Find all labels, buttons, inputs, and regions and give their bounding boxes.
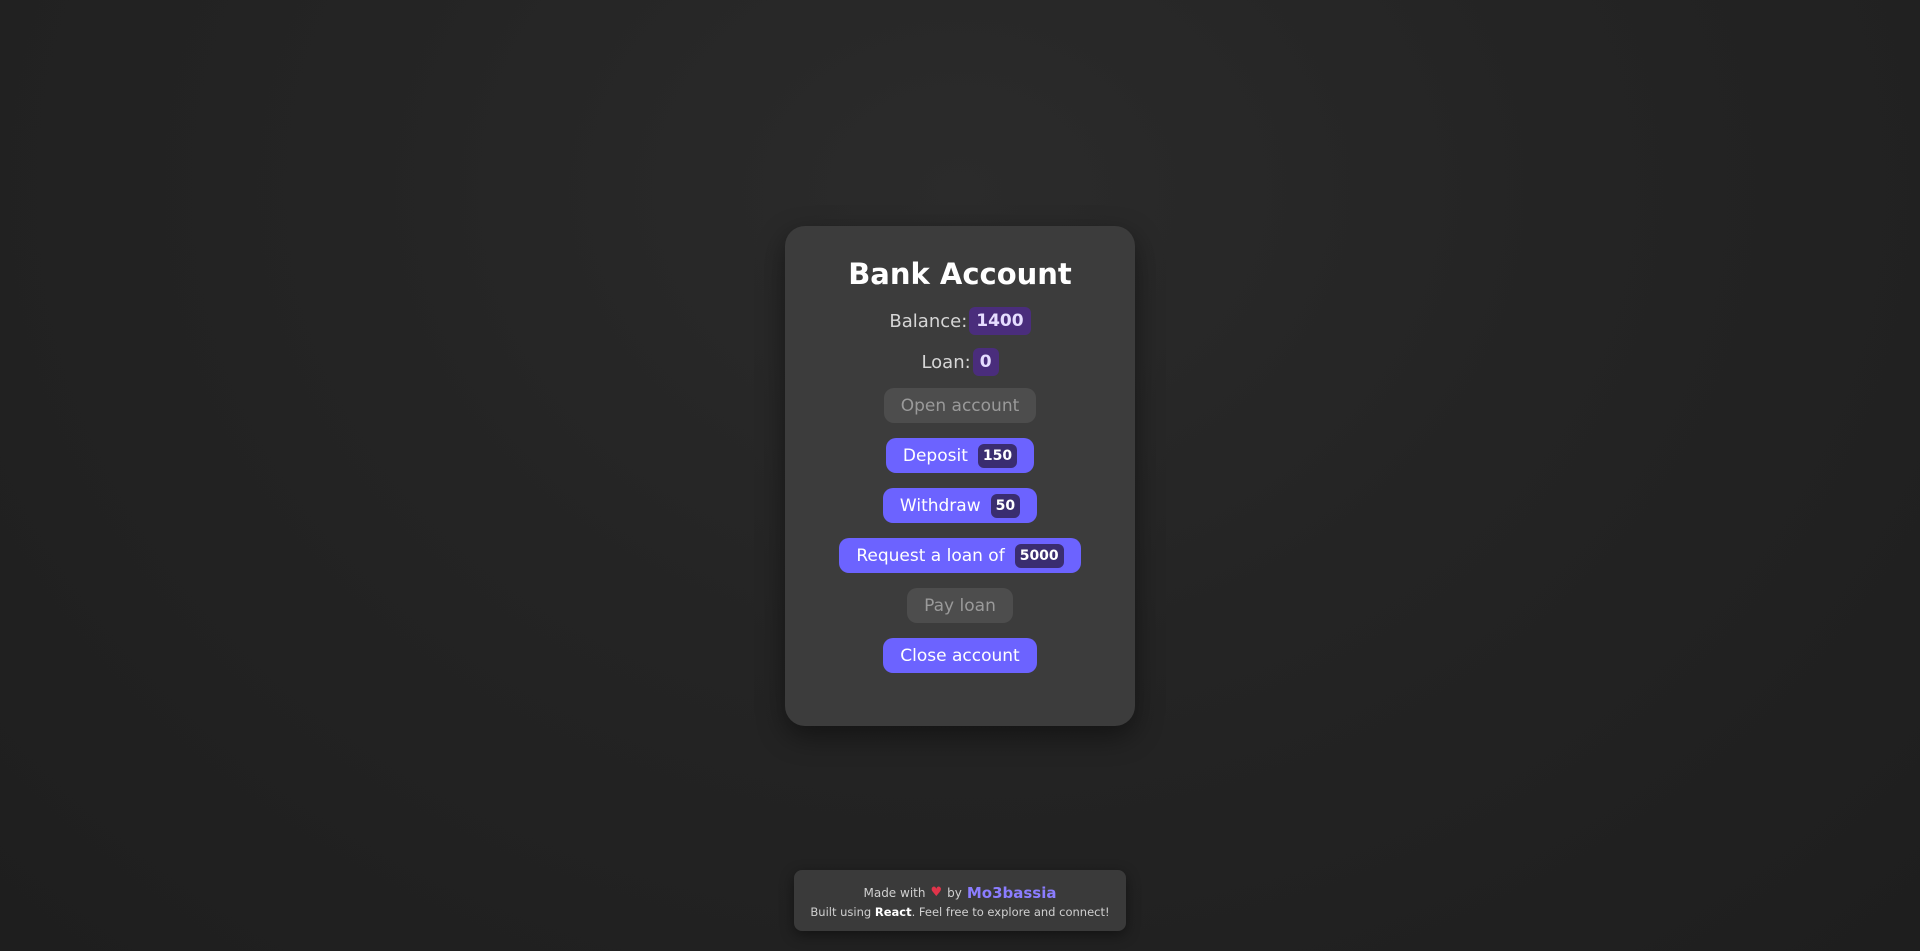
loan-label: Loan: [921,351,971,373]
balance-value: 1400 [969,307,1031,335]
request-loan-amount-badge: 5000 [1014,543,1064,568]
open-account-label: Open account [900,395,1020,416]
heart-icon: ♥ [930,885,943,900]
withdraw-label: Withdraw [899,495,981,516]
deposit-label: Deposit [902,445,968,466]
withdraw-amount-badge: 50 [990,493,1021,518]
footer-tail-text: . Feel free to explore and connect! [911,904,1110,919]
footer-credit: Made with ♥ by Mo3bassia Built using Rea… [794,870,1126,931]
page-title: Bank Account [848,257,1072,291]
request-loan-label: Request a loan of [856,545,1005,566]
request-loan-button[interactable]: Request a loan of 5000 [839,538,1081,573]
balance-row: Balance: 1400 [889,306,1031,336]
tech-name: React [874,904,912,919]
close-account-label: Close account [900,645,1020,666]
deposit-amount-badge: 150 [977,443,1018,468]
loan-row: Loan: 0 [921,347,999,377]
open-account-button[interactable]: Open account [883,388,1037,423]
pay-loan-button[interactable]: Pay loan [907,588,1013,623]
deposit-button[interactable]: Deposit 150 [885,438,1035,473]
balance-label: Balance: [889,310,968,332]
bank-account-card: Bank Account Balance: 1400 Loan: 0 Open … [785,226,1135,726]
footer-built-using-line: Built using React. Feel free to explore … [810,905,1109,919]
footer-made-with-line: Made with ♥ by Mo3bassia [863,883,1056,903]
close-account-button[interactable]: Close account [883,638,1037,673]
loan-value: 0 [972,348,999,376]
by-text: by [947,885,962,900]
author-link[interactable]: Mo3bassia [967,884,1057,902]
made-with-text: Made with [863,885,926,900]
pay-loan-label: Pay loan [924,595,996,616]
built-using-text: Built using [810,904,872,919]
withdraw-button[interactable]: Withdraw 50 [882,488,1038,523]
